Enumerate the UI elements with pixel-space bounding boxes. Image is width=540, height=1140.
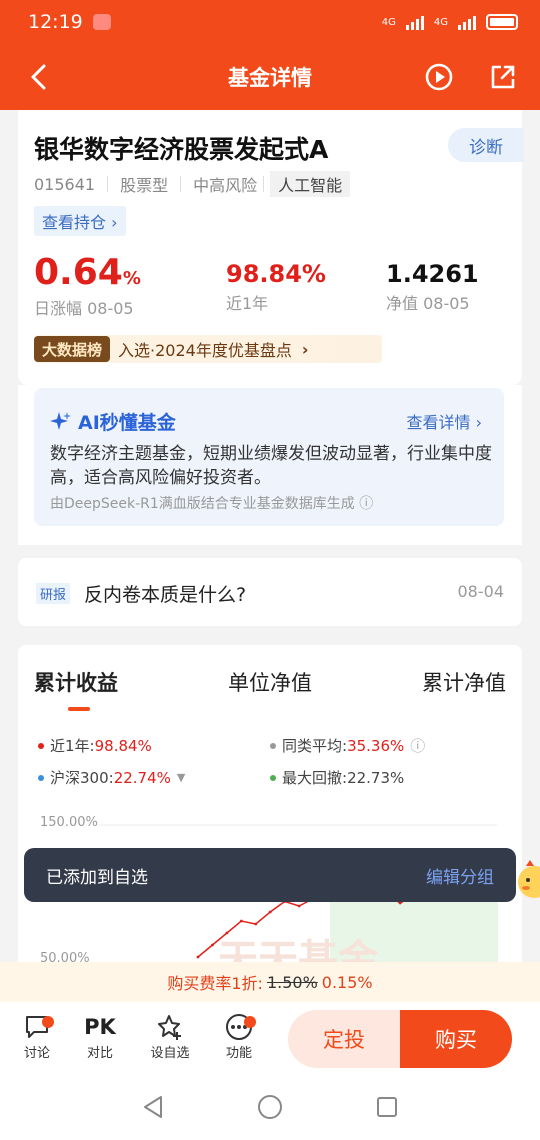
function-button[interactable]: 功能 [214,1012,264,1061]
system-nav-bar [0,1074,540,1140]
data-point [211,943,214,947]
divider [180,176,182,192]
research-date: 08-04 [457,582,505,601]
add-watchlist-button[interactable]: 设自选 [145,1012,195,1061]
tab-unit-nav[interactable]: 单位净值 [228,667,312,697]
ai-summary-box[interactable]: AI秒懂基金 查看详情 › 数字经济主题基金，短期业绩爆发但波动显著，行业集中度… [34,388,504,526]
ai-detail-link[interactable]: 查看详情 › [407,409,483,433]
notification-dot [244,1016,256,1028]
data-point [268,910,272,914]
data-point [254,922,258,926]
home-circle-icon[interactable] [257,1094,283,1120]
battery-icon [486,14,518,30]
fund-code: 015641 [34,174,96,194]
play-icon[interactable] [424,62,454,96]
discuss-button[interactable]: 讨论 [12,1012,62,1061]
data-point [239,919,243,923]
fund-type: 股票型 [120,176,169,195]
network-label-2: 4G [433,16,448,28]
tab-cumulative-nav[interactable]: 累计净值 [422,667,506,697]
ai-title: AI秒懂基金 [78,412,176,434]
toast-text: 已添加到自选 [46,867,148,888]
y-axis-top: 150.00% [40,815,98,830]
data-point [225,931,229,935]
legend-index[interactable]: 沪深300: 22.74% ▼ [38,767,185,788]
nav-bar: 基金详情 [0,52,540,102]
notification-dot [42,1016,54,1028]
info-icon: ⓘ [410,737,426,755]
buy-button[interactable]: 购买 [400,1010,512,1068]
bigdata-text: 入选·2024年度优基盘点 [118,341,292,360]
bottom-action-bar: 讨论 PK 对比 设自选 功能 定投 购买 [0,1002,540,1074]
status-bar: 12:19 4G 4G [28,8,518,36]
divider [263,176,265,192]
research-title: 反内卷本质是什么? [84,584,247,606]
legend-drawdown: 最大回撤: 22.73% [270,767,404,788]
data-point [196,955,200,959]
new-fee: 0.15% [321,972,373,992]
old-fee: 1.50% [266,972,318,992]
ai-header: AI秒懂基金 [50,408,176,435]
pk-icon: PK [84,1015,116,1039]
year-return-label: 近1年 [226,294,269,313]
ai-summary-text: 数字经济主题基金，短期业绩爆发但波动显著，行业集中度高，适合高风险偏好投资者。 [50,444,492,488]
recents-square-icon[interactable] [375,1095,399,1119]
star-plus-icon [158,1015,181,1040]
fee-promo-bar: 购买费率1折: 1.50% 0.15% [0,962,540,1002]
back-triangle-icon[interactable] [141,1094,165,1120]
performance-card: 累计收益 单位净值 累计净值 近1年: 98.84% 同类平均: 35.36% ⓘ 沪… [18,645,522,975]
legend-peer: 同类平均: 35.36% ⓘ [270,735,425,756]
legend-fund: 近1年: 98.84% [38,735,152,756]
theme-tag[interactable]: 人工智能 [270,171,351,197]
daily-change-value: 0.64% [34,252,141,293]
research-item[interactable]: 研报 反内卷本质是什么? 08-04 [18,558,522,626]
fund-meta: 015641 股票型 中高风险 人工智能 [34,171,351,197]
ai-source: 由DeepSeek-R1满血版结合专业基金数据库生成 ⓘ [50,496,374,512]
research-tag: 研报 [36,583,71,604]
signal-icon [405,14,424,30]
divider [107,176,109,192]
data-point [398,901,402,905]
year-return-value: 98.84% [226,260,326,288]
share-icon[interactable] [488,62,518,96]
notification-icon [92,14,111,30]
diagnose-button[interactable]: 诊断 [448,128,524,162]
nav-label: 净值 08-05 [386,294,470,313]
info-icon: ⓘ [359,496,374,512]
view-holdings-button[interactable]: 查看持仓 › [34,206,126,236]
back-arrow-icon[interactable] [26,62,52,96]
fund-summary-card: 银华数字经济股票发起式A 诊断 015641 股票型 中高风险 人工智能 查看持… [18,110,524,385]
toast-notification: 已添加到自选 编辑分组 [24,848,516,902]
signal-icon-2 [458,14,476,30]
dropdown-icon: ▼ [176,771,186,784]
network-label-1: 4G [381,16,396,28]
page-title: 基金详情 [228,66,312,90]
edit-group-link[interactable]: 编辑分组 [426,863,494,888]
auto-invest-button[interactable]: 定投 [288,1010,400,1068]
sparkle-icon [50,411,71,430]
bigdata-banner[interactable]: 大数据榜 入选·2024年度优基盘点 › [34,335,382,363]
data-point [297,904,301,908]
chevron-right-icon: › [301,339,309,359]
status-time: 12:19 [28,11,83,33]
nav-value: 1.4261 [386,260,479,288]
fund-risk: 中高风险 [193,176,258,195]
fund-name: 银华数字经济股票发起式A [34,135,329,164]
daily-change-label: 日涨幅 08-05 [34,299,134,318]
top-bar: 12:19 4G 4G 基金详情 [0,0,540,110]
ai-card: AI秒懂基金 查看详情 › 数字经济主题基金，短期业绩爆发但波动显著，行业集中度… [18,385,522,545]
mascot-icon[interactable] [512,858,540,902]
fund-stats: 0.64% 日涨幅 08-05 98.84% 近1年 1.4261 净值 08-… [34,252,504,322]
chart-tabs: 累计收益 单位净值 累计净值 [34,667,506,711]
bigdata-badge: 大数据榜 [34,336,111,362]
compare-button[interactable]: PK 对比 [75,1012,125,1061]
tab-cumulative-return[interactable]: 累计收益 [34,667,118,711]
